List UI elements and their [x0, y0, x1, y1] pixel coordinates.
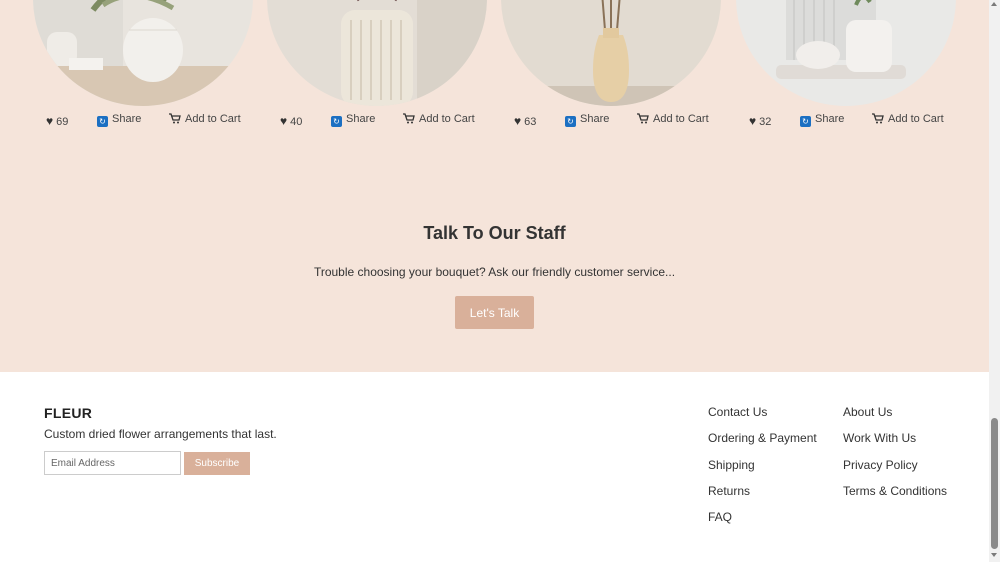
footer-tagline: Custom dried flower arrangements that la… [44, 427, 277, 441]
subscribe-button[interactable]: Subscribe [184, 452, 250, 475]
products-section: ♥ 69 ↻ Share Add to Cart ♥ 40 ↻ Share Add to… [0, 0, 989, 372]
like-count: 63 [524, 116, 537, 128]
talk-title: Talk To Our Staff [423, 223, 566, 243]
footer-link-shipping[interactable]: Shipping [708, 458, 817, 484]
cart-label: Add to Cart [653, 113, 709, 125]
product-card: ♥ 32 ↻ Share Add to Cart [736, 0, 956, 135]
scroll-down-arrow-icon[interactable] [991, 553, 997, 557]
footer-link-faq[interactable]: FAQ [708, 510, 817, 536]
lets-talk-button[interactable]: Let's Talk [455, 296, 534, 329]
scrollbar[interactable] [989, 0, 1000, 562]
product-card: ♥ 40 ↻ Share Add to Cart [267, 0, 487, 135]
like-button[interactable]: ♥ 32 [749, 114, 771, 128]
like-button[interactable]: ♥ 40 [280, 114, 302, 128]
footer-brand: FLEUR [44, 405, 93, 421]
add-to-cart-button[interactable]: Add to Cart [637, 113, 709, 127]
footer-links-col2: About Us Work With Us Privacy Policy Ter… [843, 405, 947, 510]
footer-link-ordering[interactable]: Ordering & Payment [708, 431, 817, 457]
cart-label: Add to Cart [888, 113, 944, 125]
share-button[interactable]: ↻ Share [97, 113, 141, 127]
product-actions: ♥ 40 ↻ Share Add to Cart [267, 113, 507, 131]
like-count: 32 [759, 116, 772, 128]
product-image[interactable] [501, 0, 721, 106]
product-image[interactable] [267, 0, 487, 106]
scrollbar-thumb[interactable] [991, 418, 998, 549]
heart-icon: ♥ [749, 114, 757, 128]
cart-icon [872, 113, 884, 127]
share-button[interactable]: ↻ Share [800, 113, 844, 127]
footer-link-terms[interactable]: Terms & Conditions [843, 484, 947, 510]
share-button[interactable]: ↻ Share [331, 113, 375, 127]
scroll-up-arrow-icon[interactable] [991, 2, 997, 6]
share-icon: ↻ [800, 116, 811, 127]
add-to-cart-button[interactable]: Add to Cart [872, 113, 944, 127]
share-label: Share [815, 113, 845, 125]
cart-icon [403, 113, 415, 127]
talk-subtitle: Trouble choosing your bouquet? Ask our f… [313, 265, 676, 279]
footer-link-privacy[interactable]: Privacy Policy [843, 458, 947, 484]
cart-icon [169, 113, 181, 127]
share-label: Share [346, 113, 376, 125]
like-count: 69 [56, 116, 69, 128]
product-image[interactable] [33, 0, 253, 106]
footer-links-col1: Contact Us Ordering & Payment Shipping R… [708, 405, 817, 536]
cart-label: Add to Cart [185, 113, 241, 125]
share-button[interactable]: ↻ Share [565, 113, 609, 127]
share-icon: ↻ [331, 116, 342, 127]
page: ♥ 69 ↻ Share Add to Cart ♥ 40 ↻ Share Add to… [0, 0, 989, 562]
footer-link-returns[interactable]: Returns [708, 484, 817, 510]
product-card: ♥ 63 ↻ Share Add to Cart [501, 0, 721, 135]
footer-link-contact[interactable]: Contact Us [708, 405, 817, 431]
heart-icon: ♥ [514, 114, 522, 128]
product-actions: ♥ 69 ↻ Share Add to Cart [33, 113, 273, 131]
cart-icon [637, 113, 649, 127]
product-actions: ♥ 32 ↻ Share Add to Cart [736, 113, 976, 131]
footer-link-about[interactable]: About Us [843, 405, 947, 431]
share-icon: ↻ [565, 116, 576, 127]
share-icon: ↻ [97, 116, 108, 127]
like-count: 40 [290, 116, 303, 128]
cart-label: Add to Cart [419, 113, 475, 125]
product-image[interactable] [736, 0, 956, 106]
product-card: ♥ 69 ↻ Share Add to Cart [33, 0, 253, 135]
add-to-cart-button[interactable]: Add to Cart [169, 113, 241, 127]
heart-icon: ♥ [46, 114, 54, 128]
footer-link-work[interactable]: Work With Us [843, 431, 947, 457]
heart-icon: ♥ [280, 114, 288, 128]
product-actions: ♥ 63 ↻ Share Add to Cart [501, 113, 741, 131]
like-button[interactable]: ♥ 63 [514, 114, 536, 128]
share-label: Share [580, 113, 610, 125]
email-field[interactable] [44, 451, 181, 475]
share-label: Share [112, 113, 142, 125]
like-button[interactable]: ♥ 69 [46, 114, 68, 128]
add-to-cart-button[interactable]: Add to Cart [403, 113, 475, 127]
